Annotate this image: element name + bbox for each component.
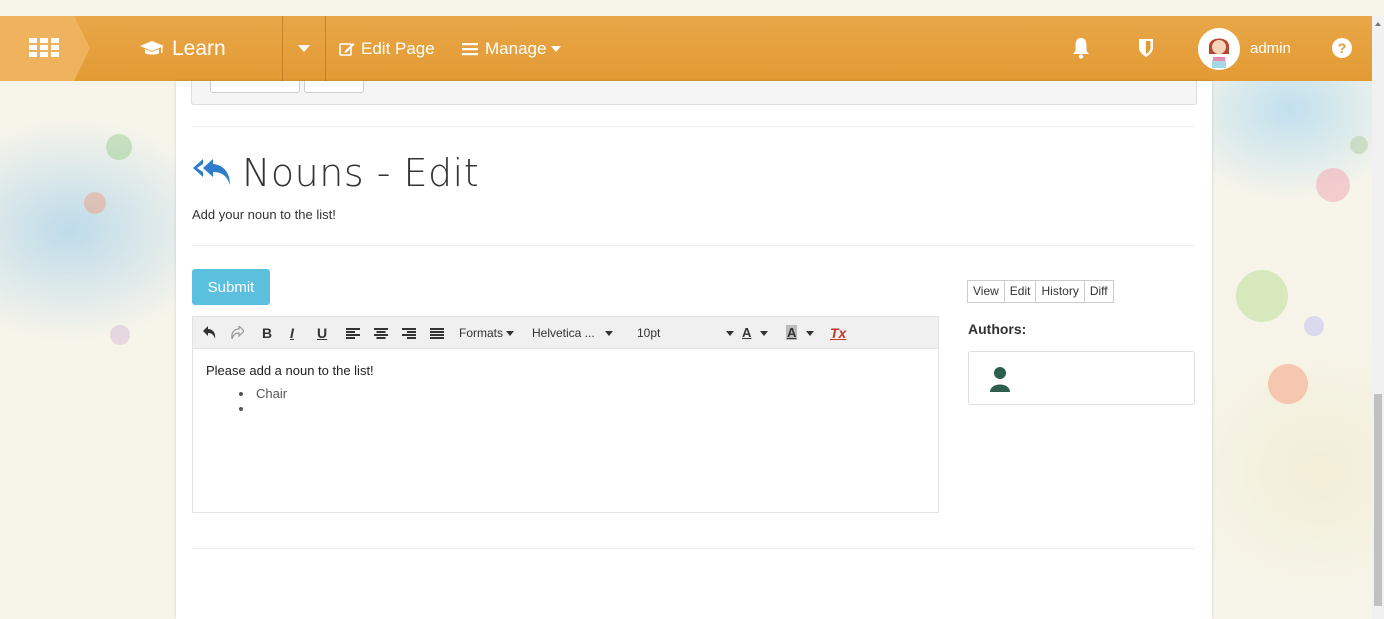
- align-justify-icon[interactable]: [430, 328, 444, 339]
- learn-label: Learn: [172, 36, 226, 60]
- manage-label: Manage: [485, 38, 547, 58]
- page-title: Nouns - Edit: [242, 151, 480, 195]
- submit-button[interactable]: Submit: [192, 269, 270, 305]
- tab-edit[interactable]: Edit: [1003, 280, 1037, 303]
- font-family-value: Helvetica ...: [532, 326, 595, 340]
- edit-page-link[interactable]: Edit Page: [339, 16, 435, 81]
- tab-diff[interactable]: Diff: [1083, 280, 1114, 303]
- rich-text-editor: B I U Formats Helvetica ... 10pt A A Tx …: [192, 316, 939, 513]
- page-header: Nouns - Edit: [192, 151, 479, 195]
- chevron-down-icon: [760, 331, 769, 337]
- authors-label: Authors:: [968, 321, 1027, 337]
- background-color-button[interactable]: A: [786, 324, 815, 342]
- hamburger-icon: [462, 42, 478, 55]
- bg-dot: [110, 325, 130, 345]
- tab-history[interactable]: History: [1035, 280, 1085, 303]
- italic-button[interactable]: I: [290, 324, 294, 342]
- divider: [192, 548, 1195, 549]
- page-scrollbar[interactable]: [1372, 16, 1384, 619]
- apps-menu-button[interactable]: [0, 16, 90, 81]
- tab-view[interactable]: View: [967, 280, 1005, 303]
- help-icon[interactable]: ?: [1332, 38, 1352, 58]
- manage-menu[interactable]: Manage: [462, 16, 562, 81]
- bg-dot: [106, 134, 132, 160]
- formats-label: Formats: [459, 326, 504, 340]
- divider: [192, 126, 1195, 127]
- bg-dot: [1316, 168, 1350, 202]
- bg-dot: [84, 192, 106, 214]
- shield-icon[interactable]: [1138, 38, 1154, 58]
- clear-formatting-button[interactable]: Tx: [830, 324, 846, 342]
- nav-divider: [325, 16, 326, 81]
- chevron-down-icon: [726, 331, 735, 337]
- text-color-glyph: A: [742, 325, 752, 340]
- scrollbar-thumb[interactable]: [1374, 394, 1382, 606]
- apps-grid-icon: [29, 38, 59, 58]
- bell-icon[interactable]: [1072, 36, 1090, 60]
- edit-icon: [339, 42, 355, 56]
- font-size-select[interactable]: 10pt: [637, 324, 735, 342]
- bg-dot: [1236, 270, 1288, 322]
- underline-button[interactable]: U: [317, 324, 327, 342]
- user-icon[interactable]: [989, 366, 1011, 392]
- bold-button[interactable]: B: [262, 324, 272, 342]
- avatar-image: [1198, 28, 1240, 70]
- bg-dot: [1350, 136, 1368, 154]
- avatar[interactable]: [1198, 28, 1240, 70]
- learn-nav-link[interactable]: Learn: [140, 16, 226, 81]
- editor-content[interactable]: Please add a noun to the list! Chair: [206, 363, 374, 416]
- align-center-icon[interactable]: [374, 328, 388, 339]
- bg-dot: [1268, 364, 1308, 404]
- page-subtitle: Add your noun to the list!: [192, 207, 336, 222]
- page-view-tabs: View Edit History Diff: [967, 280, 1114, 303]
- redo-icon[interactable]: [230, 326, 244, 339]
- editor-intro-text: Please add a noun to the list!: [206, 363, 374, 378]
- authors-list: [968, 351, 1195, 405]
- list-item: Chair: [254, 386, 374, 401]
- list-item: [254, 401, 374, 416]
- main-panel: Nouns - Edit Add your noun to the list! …: [176, 81, 1212, 619]
- chevron-down-icon: [551, 45, 562, 52]
- admin-user-label[interactable]: admin: [1250, 16, 1291, 81]
- scroll-up-arrow-icon[interactable]: [1375, 22, 1381, 26]
- chevron-down-icon: [604, 331, 613, 337]
- reply-all-icon: [193, 159, 230, 185]
- top-navbar: Learn Edit Page Manage admin ?: [0, 16, 1372, 81]
- learn-dropdown-toggle[interactable]: [298, 45, 310, 52]
- edit-page-label: Edit Page: [361, 38, 435, 58]
- font-family-select[interactable]: Helvetica ...: [532, 324, 613, 342]
- formats-dropdown[interactable]: Formats: [459, 324, 515, 342]
- previous-toolbar: [191, 81, 1197, 105]
- toolbar-button[interactable]: [304, 81, 364, 93]
- nav-divider: [282, 16, 283, 81]
- chevron-down-icon: [806, 331, 815, 337]
- font-size-value: 10pt: [637, 326, 661, 340]
- divider: [192, 245, 1195, 246]
- align-left-icon[interactable]: [346, 328, 360, 339]
- toolbar-button[interactable]: [210, 81, 300, 93]
- bg-dot: [1304, 316, 1324, 336]
- chevron-down-icon: [506, 331, 515, 337]
- noun-list: Chair: [254, 386, 374, 416]
- graduation-cap-icon: [140, 40, 164, 54]
- editor-toolbar: B I U Formats Helvetica ... 10pt A A Tx: [193, 317, 938, 349]
- bg-color-glyph: A: [786, 325, 798, 340]
- undo-icon[interactable]: [203, 326, 217, 339]
- align-right-icon[interactable]: [402, 328, 416, 339]
- text-color-button[interactable]: A: [742, 324, 769, 342]
